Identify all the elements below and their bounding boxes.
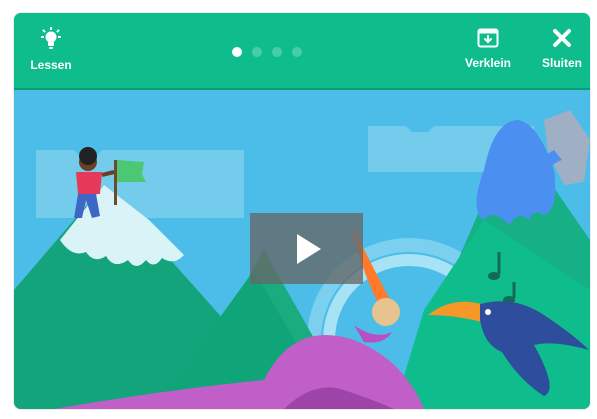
slide-dot-1[interactable] (232, 47, 242, 57)
lessons-label: Lessen (30, 58, 72, 72)
close-label: Sluiten (541, 56, 582, 70)
play-button[interactable] (250, 213, 363, 284)
slide-dot-3[interactable] (272, 47, 282, 57)
close-icon (553, 29, 571, 47)
tutorial-modal: Lessen Verklein Sluiten (14, 13, 590, 409)
shrink-label: Verklein (464, 56, 512, 70)
lightbulb-icon (41, 27, 61, 49)
shrink-button[interactable]: Verklein (460, 27, 516, 70)
close-button[interactable]: Sluiten (536, 27, 588, 70)
modal-header: Lessen Verklein Sluiten (14, 13, 590, 90)
window-shrink-icon (477, 28, 499, 48)
slide-dot-2[interactable] (252, 47, 262, 57)
play-icon (297, 234, 321, 264)
lessons-button[interactable]: Lessen (26, 27, 76, 72)
slide-dot-4[interactable] (292, 47, 302, 57)
video-stage[interactable] (14, 90, 590, 409)
slide-indicator (232, 44, 312, 57)
